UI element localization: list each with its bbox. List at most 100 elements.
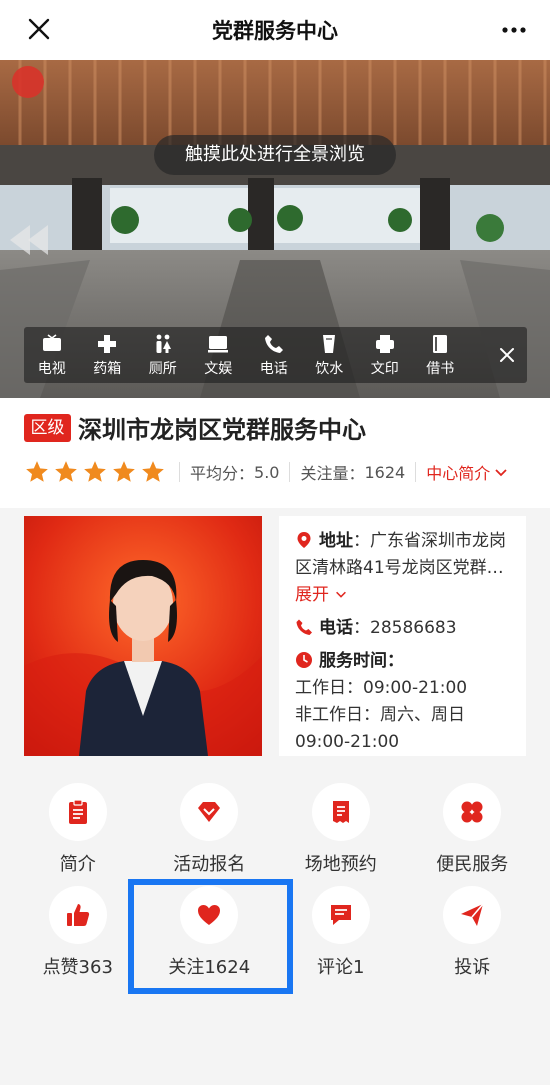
title-bar: 党群服务中心 — [0, 0, 550, 60]
host-portrait — [24, 516, 262, 756]
facility-tv[interactable]: 电视 — [24, 327, 80, 383]
star-icon — [84, 461, 106, 482]
restroom-icon — [156, 334, 171, 353]
hours-label: 服务时间 — [319, 651, 387, 671]
chevron-down-icon — [336, 591, 347, 598]
address-block: 地址：广东省深圳市龙岗区清林路41号龙岗区党群… 展开 — [295, 528, 510, 609]
action-label: 便民服务 — [436, 854, 509, 875]
facility-label: 厕所 — [148, 360, 177, 377]
tv-icon — [42, 333, 61, 351]
action-icon-circle — [443, 886, 502, 944]
action-venue-booking[interactable]: 场地预约 — [286, 783, 396, 876]
diamond-icon — [198, 802, 221, 822]
facility-label: 电视 — [37, 360, 66, 377]
phone-icon — [264, 334, 283, 353]
center-name: 深圳市龙岗区党群服务中心 — [78, 416, 366, 444]
detail-card: 地址：广东省深圳市龙岗区清林路41号龙岗区党群… 展开 电话：28586683 … — [279, 516, 526, 756]
divider — [289, 462, 291, 482]
highlight-box — [128, 879, 293, 994]
facility-label: 借书 — [426, 360, 455, 377]
receipt-icon — [332, 801, 349, 823]
more-icon[interactable] — [500, 16, 528, 44]
rating-row: 平均分： 5.0 关注量： 1624 中心简介 — [24, 458, 509, 486]
facility-entertainment[interactable]: 文娱 — [191, 327, 247, 383]
facility-water[interactable]: 饮水 — [302, 327, 358, 383]
facility-bar: 电视 药箱 厕所 文娱 电话 饮水 文印 借书 — [24, 327, 527, 383]
phone-icon — [296, 619, 312, 635]
close-icon — [500, 348, 514, 362]
star-rating — [24, 459, 169, 485]
center-info: 区级 深圳市龙岗区党群服务中心 平均分： 5.0 关注量： 1624 中心简介 — [0, 398, 550, 508]
facility-label: 文娱 — [204, 360, 233, 377]
follow-count: 1624 — [364, 462, 406, 482]
print-icon — [375, 334, 394, 353]
action-label: 评论1 — [317, 957, 365, 978]
weekend-days: 非工作日：周六、周日 — [295, 705, 465, 725]
action-label: 点赞363 — [42, 957, 113, 978]
facility-label: 电话 — [259, 360, 288, 377]
action-complaint[interactable]: 投诉 — [417, 886, 527, 979]
action-icon-circle — [443, 783, 502, 841]
content-area: 地址：广东省深圳市龙岗区清林路41号龙岗区党群… 展开 电话：28586683 … — [0, 508, 550, 1085]
phone-block: 电话：28586683 — [295, 615, 510, 642]
book-icon — [433, 334, 448, 353]
thumbs-up-icon — [66, 904, 89, 926]
star-icon — [113, 461, 135, 482]
action-icon-circle — [48, 783, 107, 841]
action-row: 简介 活动报名 场地预约 便民服务 — [0, 783, 550, 876]
level-badge: 区级 — [24, 414, 71, 442]
avg-score-label: 平均分： — [190, 464, 255, 483]
action-label: 场地预约 — [304, 854, 377, 875]
follow-label: 关注量： — [300, 464, 365, 483]
divider — [415, 462, 417, 482]
action-intro[interactable]: 简介 — [23, 783, 133, 876]
action-comment[interactable]: 评论1 — [286, 886, 396, 979]
comment-icon — [330, 905, 351, 925]
clock-icon — [296, 652, 312, 668]
phone-number[interactable]: ：28586683 — [353, 618, 457, 638]
expand-address-button[interactable]: 展开 — [295, 585, 348, 605]
facility-label: 饮水 — [315, 360, 344, 377]
workday-hours: 工作日：09:00-21:00 — [295, 678, 468, 698]
entertainment-icon — [208, 335, 229, 352]
grid-icon — [461, 801, 483, 823]
action-label: 活动报名 — [173, 854, 246, 875]
water-icon — [323, 334, 336, 353]
divider — [179, 462, 180, 482]
action-label: 简介 — [59, 854, 96, 875]
avg-score: 5.0 — [254, 462, 280, 482]
chevron-down-icon — [495, 469, 507, 477]
location-icon — [297, 532, 311, 548]
action-icon-circle — [180, 783, 239, 841]
star-icon — [55, 461, 77, 482]
medicine-icon — [98, 334, 117, 353]
phone-label: 电话 — [319, 618, 353, 638]
facility-restroom[interactable]: 厕所 — [135, 327, 191, 383]
action-event-signup[interactable]: 活动报名 — [154, 783, 264, 876]
action-like[interactable]: 点赞363 — [23, 886, 133, 979]
facility-label: 药箱 — [93, 360, 122, 377]
center-intro-link[interactable]: 中心简介 — [426, 460, 509, 484]
weekend-hours: 09:00-21:00 — [295, 732, 400, 752]
star-icon — [26, 461, 48, 482]
facility-book[interactable]: 借书 — [413, 327, 469, 383]
panorama-view[interactable]: 触摸此处进行全景浏览 电视 药箱 厕所 文娱 电话 饮水 文印 借书 — [0, 60, 550, 398]
facility-print[interactable]: 文印 — [357, 327, 413, 383]
hours-colon: ： — [387, 651, 404, 671]
hours-block: 服务时间： 工作日：09:00-21:00 非工作日：周六、周日 09:00-2… — [295, 648, 510, 756]
star-icon — [142, 461, 164, 482]
facility-phone[interactable]: 电话 — [246, 327, 302, 383]
address-label: 地址 — [319, 531, 353, 551]
expand-label: 展开 — [295, 585, 329, 605]
intro-link-label: 中心简介 — [426, 464, 491, 483]
facility-label: 文印 — [370, 360, 399, 377]
send-icon — [461, 903, 484, 926]
action-convenience-services[interactable]: 便民服务 — [417, 783, 527, 876]
facility-bar-close[interactable] — [493, 327, 521, 383]
clipboard-icon — [68, 799, 87, 824]
page-title: 党群服务中心 — [212, 19, 338, 43]
facility-medicine[interactable]: 药箱 — [80, 327, 136, 383]
panorama-hint[interactable]: 触摸此处进行全景浏览 — [154, 135, 396, 175]
action-icon-circle — [311, 886, 370, 944]
close-icon[interactable] — [24, 14, 54, 44]
